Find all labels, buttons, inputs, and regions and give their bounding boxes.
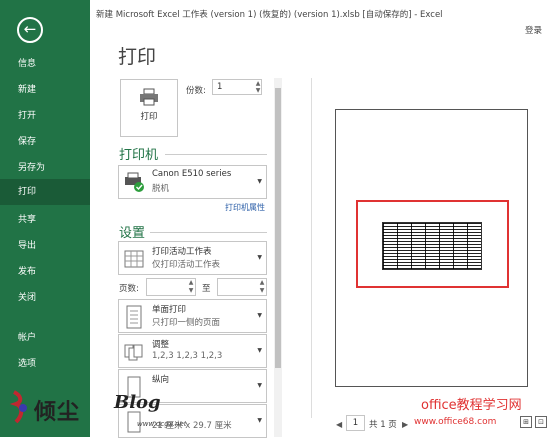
backstage-sidebar: ← 信息 新建 打开 保存 另存为 打印 共享 导出 发布 关闭 帐户 选项 — [0, 0, 90, 437]
sides-main: 单面打印 — [152, 305, 187, 315]
printer-section-title: 打印机 — [119, 148, 159, 163]
copies-value: 1 — [217, 82, 223, 92]
print-scope-sub: 仅打印活动工作表 — [152, 260, 221, 270]
printer-properties-link[interactable]: 打印机属性 — [225, 202, 265, 213]
printer-icon — [140, 88, 158, 106]
next-page-icon[interactable]: ▶ — [402, 420, 408, 429]
sides-sub: 只打印一侧的页面 — [152, 318, 221, 328]
blog-watermark-logo: 倾尘 Blog www.qcgx.net — [2, 388, 192, 437]
arrow-left-icon: ← — [23, 20, 37, 38]
sidebar-item-print[interactable]: 打印 — [0, 179, 90, 205]
chevron-down-icon: ▼ — [257, 178, 262, 185]
print-button-label: 打印 — [140, 112, 158, 122]
chevron-down-icon: ▼ — [257, 382, 262, 389]
chevron-down-icon: ▼ — [257, 347, 262, 354]
zoom-page-icon[interactable]: ⊡ — [535, 416, 547, 428]
chevron-down-icon: ▼ — [257, 417, 262, 424]
printer-dropdown[interactable]: Canon E510 series 脱机 ▼ — [118, 165, 267, 199]
chevron-down-icon: ▼ — [257, 254, 262, 261]
page-current: 1 — [352, 418, 359, 428]
watermark-site-name: office教程学习网 — [421, 398, 522, 413]
sidebar-item-new[interactable]: 新建 — [0, 78, 90, 102]
pages-label: 页数: — [119, 284, 139, 294]
one-sided-icon — [126, 305, 142, 329]
sidebar-item-close[interactable]: 关闭 — [0, 286, 90, 310]
page-number-input[interactable]: 1 — [346, 415, 365, 431]
sidebar-item-options[interactable]: 选项 — [0, 352, 90, 376]
blog-word: Blog — [114, 392, 161, 413]
copies-label: 份数: — [186, 86, 206, 96]
sides-dropdown[interactable]: 单面打印 只打印一侧的页面 ▼ — [118, 299, 267, 333]
settings-scrollbar-thumb[interactable] — [275, 88, 281, 368]
sidebar-item-account[interactable]: 帐户 — [0, 326, 90, 350]
printer-status: 脱机 — [152, 184, 170, 194]
settings-section-title: 设置 — [119, 226, 146, 241]
chevron-down-icon: ▼ — [257, 312, 262, 319]
print-scope-main: 打印活动工作表 — [152, 247, 212, 257]
login-link[interactable]: 登录 — [525, 24, 542, 36]
sidebar-item-save[interactable]: 保存 — [0, 130, 90, 154]
title-bar: 新建 Microsoft Excel 工作表 (version 1) (恢复的)… — [90, 0, 550, 36]
preview-divider — [311, 78, 312, 418]
window-title: 新建 Microsoft Excel 工作表 (version 1) (恢复的)… — [96, 10, 443, 20]
sidebar-item-open[interactable]: 打开 — [0, 104, 90, 128]
sidebar-item-share[interactable]: 共享 — [0, 208, 90, 232]
collate-sub: 1,2,3 1,2,3 1,2,3 — [152, 351, 223, 361]
back-button[interactable]: ← — [17, 17, 43, 43]
blog-title: 倾尘 — [34, 399, 81, 425]
sidebar-item-save-as[interactable]: 另存为 — [0, 156, 90, 180]
printer-name: Canon E510 series — [152, 169, 232, 179]
highlight-box — [356, 200, 509, 288]
pages-to-label: 至 — [202, 284, 211, 294]
printer-section-rule — [165, 154, 267, 155]
copies-down-icon[interactable]: ▼ — [254, 87, 262, 95]
print-button[interactable]: 打印 — [120, 79, 178, 137]
sidebar-item-info[interactable]: 信息 — [0, 52, 90, 76]
page-total: 共 1 页 — [369, 420, 397, 430]
watermark-site-url: www.office68.com — [414, 417, 497, 427]
print-scope-dropdown[interactable]: 打印活动工作表 仅打印活动工作表 ▼ — [118, 241, 267, 275]
blog-logo-mark-icon — [9, 390, 27, 424]
sidebar-item-publish[interactable]: 发布 — [0, 260, 90, 284]
page-title: 打印 — [118, 46, 157, 68]
pages-from-up-icon[interactable]: ▲ — [187, 279, 195, 287]
collate-dropdown[interactable]: 调整 1,2,3 1,2,3 1,2,3 ▼ — [118, 334, 267, 368]
worksheet-icon — [124, 250, 144, 268]
pages-from-down-icon[interactable]: ▼ — [187, 287, 195, 295]
settings-section-rule — [150, 232, 267, 233]
collate-main: 调整 — [152, 340, 170, 350]
orientation-main: 纵向 — [152, 375, 170, 385]
blog-url: www.qcgx.net — [137, 420, 187, 428]
pages-to-down-icon[interactable]: ▼ — [258, 287, 266, 295]
printer-ready-icon — [125, 172, 144, 192]
collate-icon — [124, 344, 143, 361]
sidebar-item-export[interactable]: 导出 — [0, 234, 90, 258]
pages-to-up-icon[interactable]: ▲ — [258, 279, 266, 287]
prev-page-icon[interactable]: ◀ — [336, 420, 342, 429]
show-margins-icon[interactable]: ⊞ — [520, 416, 532, 428]
